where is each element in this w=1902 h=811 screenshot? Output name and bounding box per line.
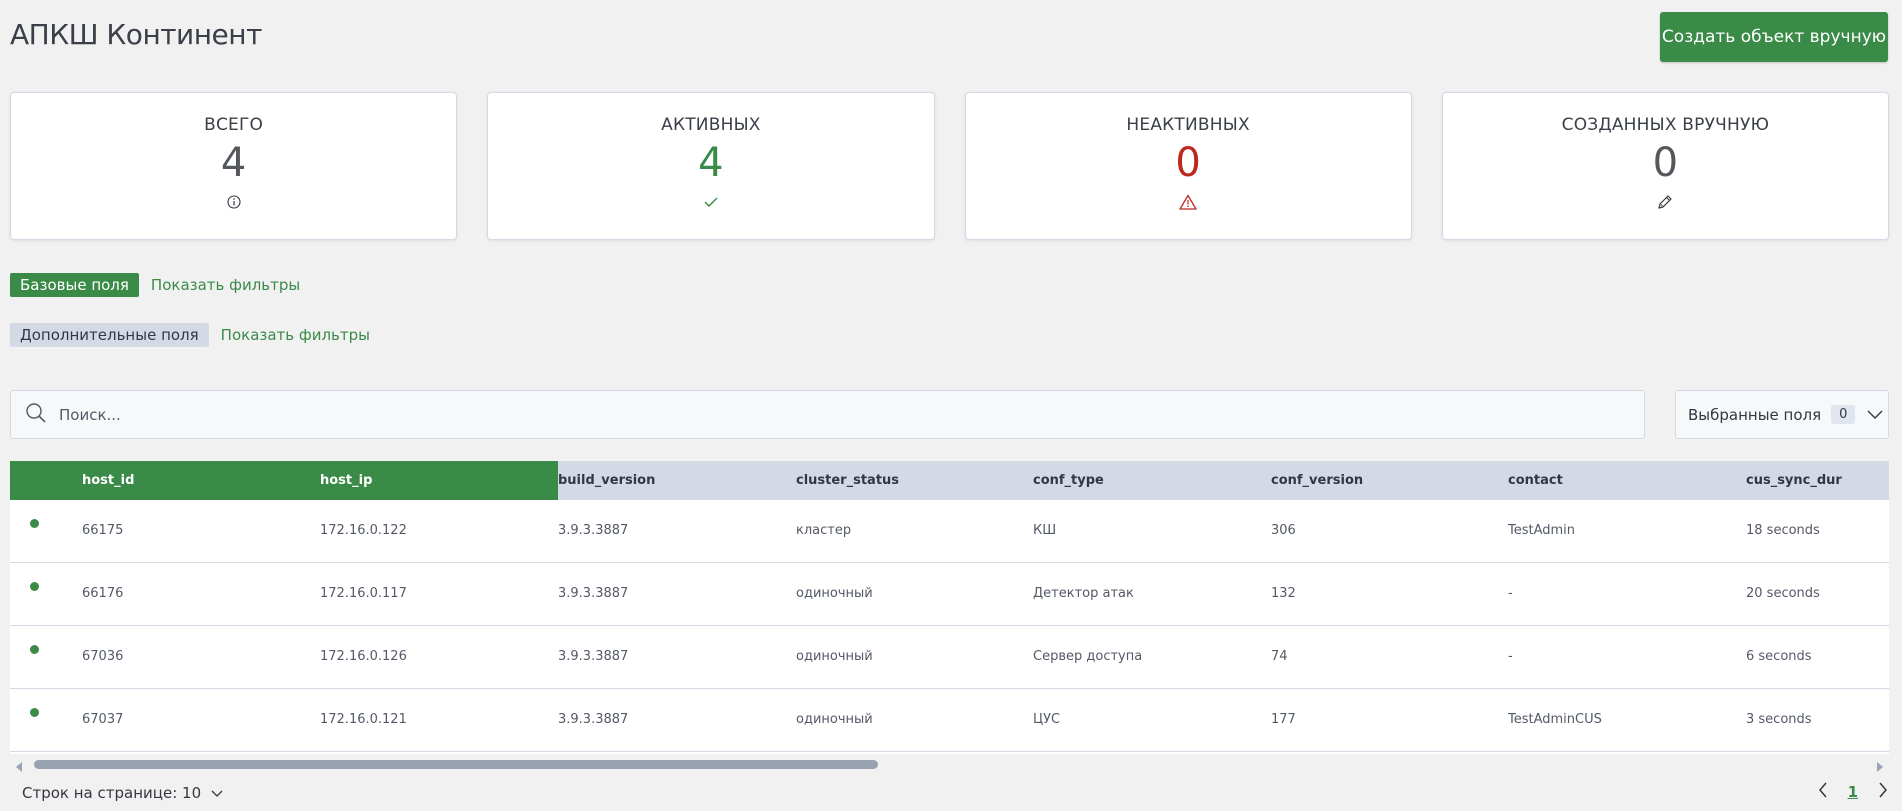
base-fields-row: Базовые поля Показать фильтры [10, 273, 300, 297]
show-extra-filters-link[interactable]: Показать фильтры [221, 326, 370, 344]
table-cell: TestAdminCUS [1508, 688, 1746, 752]
horizontal-scrollbar[interactable] [10, 756, 1889, 772]
table-cell: TestAdmin [1508, 500, 1746, 563]
table-cell: ЦУС [1033, 688, 1271, 752]
table-cell: 3.9.3.3887 [558, 562, 796, 626]
search-input[interactable] [59, 405, 1559, 424]
table-cell: одиночный [796, 688, 1033, 752]
column-header-host-ip[interactable]: host_ip [320, 461, 558, 500]
table-cell: кластер [796, 500, 1033, 563]
column-header-build-version[interactable]: build_version [558, 461, 796, 500]
pagination: 1 [1818, 782, 1888, 802]
warning-icon [1179, 193, 1197, 211]
table-cell: 67036 [82, 625, 320, 689]
table-cell: - [1508, 562, 1746, 626]
stat-card-active: АКТИВНЫХ 4 [487, 92, 935, 240]
table-cell: 20 seconds [1746, 562, 1889, 626]
pencil-icon [1656, 193, 1674, 211]
info-icon [225, 193, 243, 211]
page-title: АПКШ Континент [10, 18, 262, 51]
column-header-conf-type[interactable]: conf_type [1033, 461, 1271, 500]
status-dot-icon [30, 708, 39, 717]
selected-fields-count: 0 [1831, 405, 1856, 424]
table-cell: 74 [1271, 625, 1508, 689]
status-indicator [10, 500, 82, 563]
column-header-cluster-status[interactable]: cluster_status [796, 461, 1033, 500]
table-cell: одиночный [796, 562, 1033, 626]
table-cell: 3.9.3.3887 [558, 500, 796, 563]
status-dot-icon [30, 645, 39, 654]
hosts-table: host_id host_ip build_version cluster_st… [10, 461, 1889, 754]
stat-card-inactive: НЕАКТИВНЫХ 0 [964, 92, 1412, 240]
next-page-icon[interactable] [1878, 782, 1888, 802]
table-cell: 177 [1271, 688, 1508, 752]
scrollbar-thumb[interactable] [34, 760, 878, 769]
table-cell: Детектор атак [1033, 562, 1271, 626]
selected-fields-dropdown[interactable]: Выбранные поля 0 [1675, 390, 1889, 439]
column-header-host-id[interactable]: host_id [82, 461, 320, 500]
stat-value: 4 [220, 140, 247, 186]
column-header-cus-sync-dur[interactable]: cus_sync_dur [1746, 461, 1889, 500]
rows-per-page-selector[interactable]: Строк на странице: 10 [22, 784, 223, 802]
stats-panel: ВСЕГО 4 АКТИВНЫХ 4 НЕАКТИВНЫХ 0 СОЗДАННЫ… [10, 92, 1889, 240]
table-row[interactable]: 66176 172.16.0.117 3.9.3.3887 одиночный … [10, 562, 1889, 626]
stat-title: АКТИВНЫХ [661, 115, 761, 135]
table-cell: 66176 [82, 562, 320, 626]
stat-value: 0 [1652, 140, 1679, 186]
table-cell: одиночный [796, 625, 1033, 689]
search-icon [25, 402, 47, 428]
stat-value: 4 [698, 140, 724, 186]
check-icon [702, 193, 720, 211]
table-cell: 172.16.0.117 [320, 562, 558, 626]
rows-per-page-label: Строк на странице: 10 [22, 784, 202, 802]
table-cell: 172.16.0.121 [320, 688, 558, 752]
table-cell: 172.16.0.126 [320, 625, 558, 689]
table-row[interactable]: 67036 172.16.0.126 3.9.3.3887 одиночный … [10, 625, 1889, 689]
column-header-contact[interactable]: contact [1508, 461, 1746, 500]
stat-title: НЕАКТИВНЫХ [1126, 115, 1250, 135]
table-cell: - [1508, 625, 1746, 689]
table-row[interactable]: 67037 172.16.0.121 3.9.3.3887 одиночный … [10, 688, 1889, 752]
status-indicator [10, 688, 82, 752]
extra-fields-row: Дополнительные поля Показать фильтры [10, 323, 370, 347]
table-cell: 67037 [82, 688, 320, 752]
table-cell: 3.9.3.3887 [558, 625, 796, 689]
search-bar [10, 390, 1645, 439]
extra-fields-chip[interactable]: Дополнительные поля [10, 323, 209, 347]
status-indicator [10, 562, 82, 626]
table-cell: 18 seconds [1746, 500, 1889, 563]
table-cell: 6 seconds [1746, 625, 1889, 689]
status-indicator [10, 625, 82, 689]
prev-page-icon[interactable] [1818, 782, 1828, 802]
table-cell: КШ [1033, 500, 1271, 563]
stat-title: СОЗДАННЫХ ВРУЧНУЮ [1561, 115, 1770, 135]
table-cell: 172.16.0.122 [320, 500, 558, 563]
table-cell: 132 [1271, 562, 1508, 626]
column-header-conf-version[interactable]: conf_version [1271, 461, 1508, 500]
page-number-button[interactable]: 1 [1848, 783, 1858, 801]
stat-value: 0 [1175, 140, 1201, 186]
table-header-row: host_id host_ip build_version cluster_st… [10, 461, 1889, 500]
status-dot-icon [30, 519, 39, 529]
scroll-right-icon[interactable] [1874, 758, 1886, 772]
show-base-filters-link[interactable]: Показать фильтры [151, 276, 300, 294]
table-cell: Сервер доступа [1033, 625, 1271, 689]
create-object-button[interactable]: Создать объект вручную [1660, 12, 1888, 62]
scroll-left-icon[interactable] [13, 758, 25, 772]
column-header-status [10, 461, 82, 500]
base-fields-chip[interactable]: Базовые поля [10, 273, 139, 297]
table-row[interactable]: 66175 172.16.0.122 3.9.3.3887 кластер КШ… [10, 500, 1889, 563]
selected-fields-label: Выбранные поля [1688, 405, 1822, 424]
chevron-down-icon [1867, 406, 1883, 424]
status-dot-icon [30, 582, 39, 591]
table-cell: 306 [1271, 500, 1508, 563]
table-cell: 66175 [82, 500, 320, 563]
chevron-down-icon [211, 784, 223, 802]
stat-card-manual: СОЗДАННЫХ ВРУЧНУЮ 0 [1441, 92, 1889, 240]
table-cell: 3 seconds [1746, 688, 1889, 752]
table-cell: 3.9.3.3887 [558, 688, 796, 752]
stat-card-total: ВСЕГО 4 [10, 92, 458, 240]
stat-title: ВСЕГО [204, 115, 264, 135]
